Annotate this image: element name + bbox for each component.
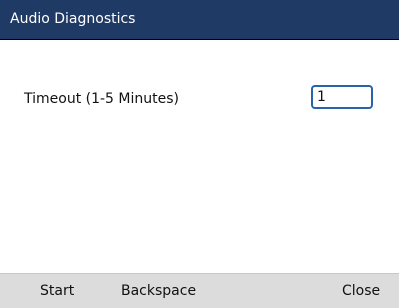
- start-button[interactable]: Start: [38, 274, 76, 308]
- close-button[interactable]: Close: [340, 274, 382, 308]
- timeout-input[interactable]: [311, 85, 373, 109]
- title-bar: Audio Diagnostics: [0, 0, 399, 40]
- window-title: Audio Diagnostics: [10, 11, 136, 27]
- backspace-button[interactable]: Backspace: [119, 274, 198, 308]
- content-area: Timeout (1-5 Minutes): [0, 40, 399, 272]
- timeout-label: Timeout (1-5 Minutes): [24, 91, 179, 107]
- softkey-bar: Start Backspace Close: [0, 273, 399, 308]
